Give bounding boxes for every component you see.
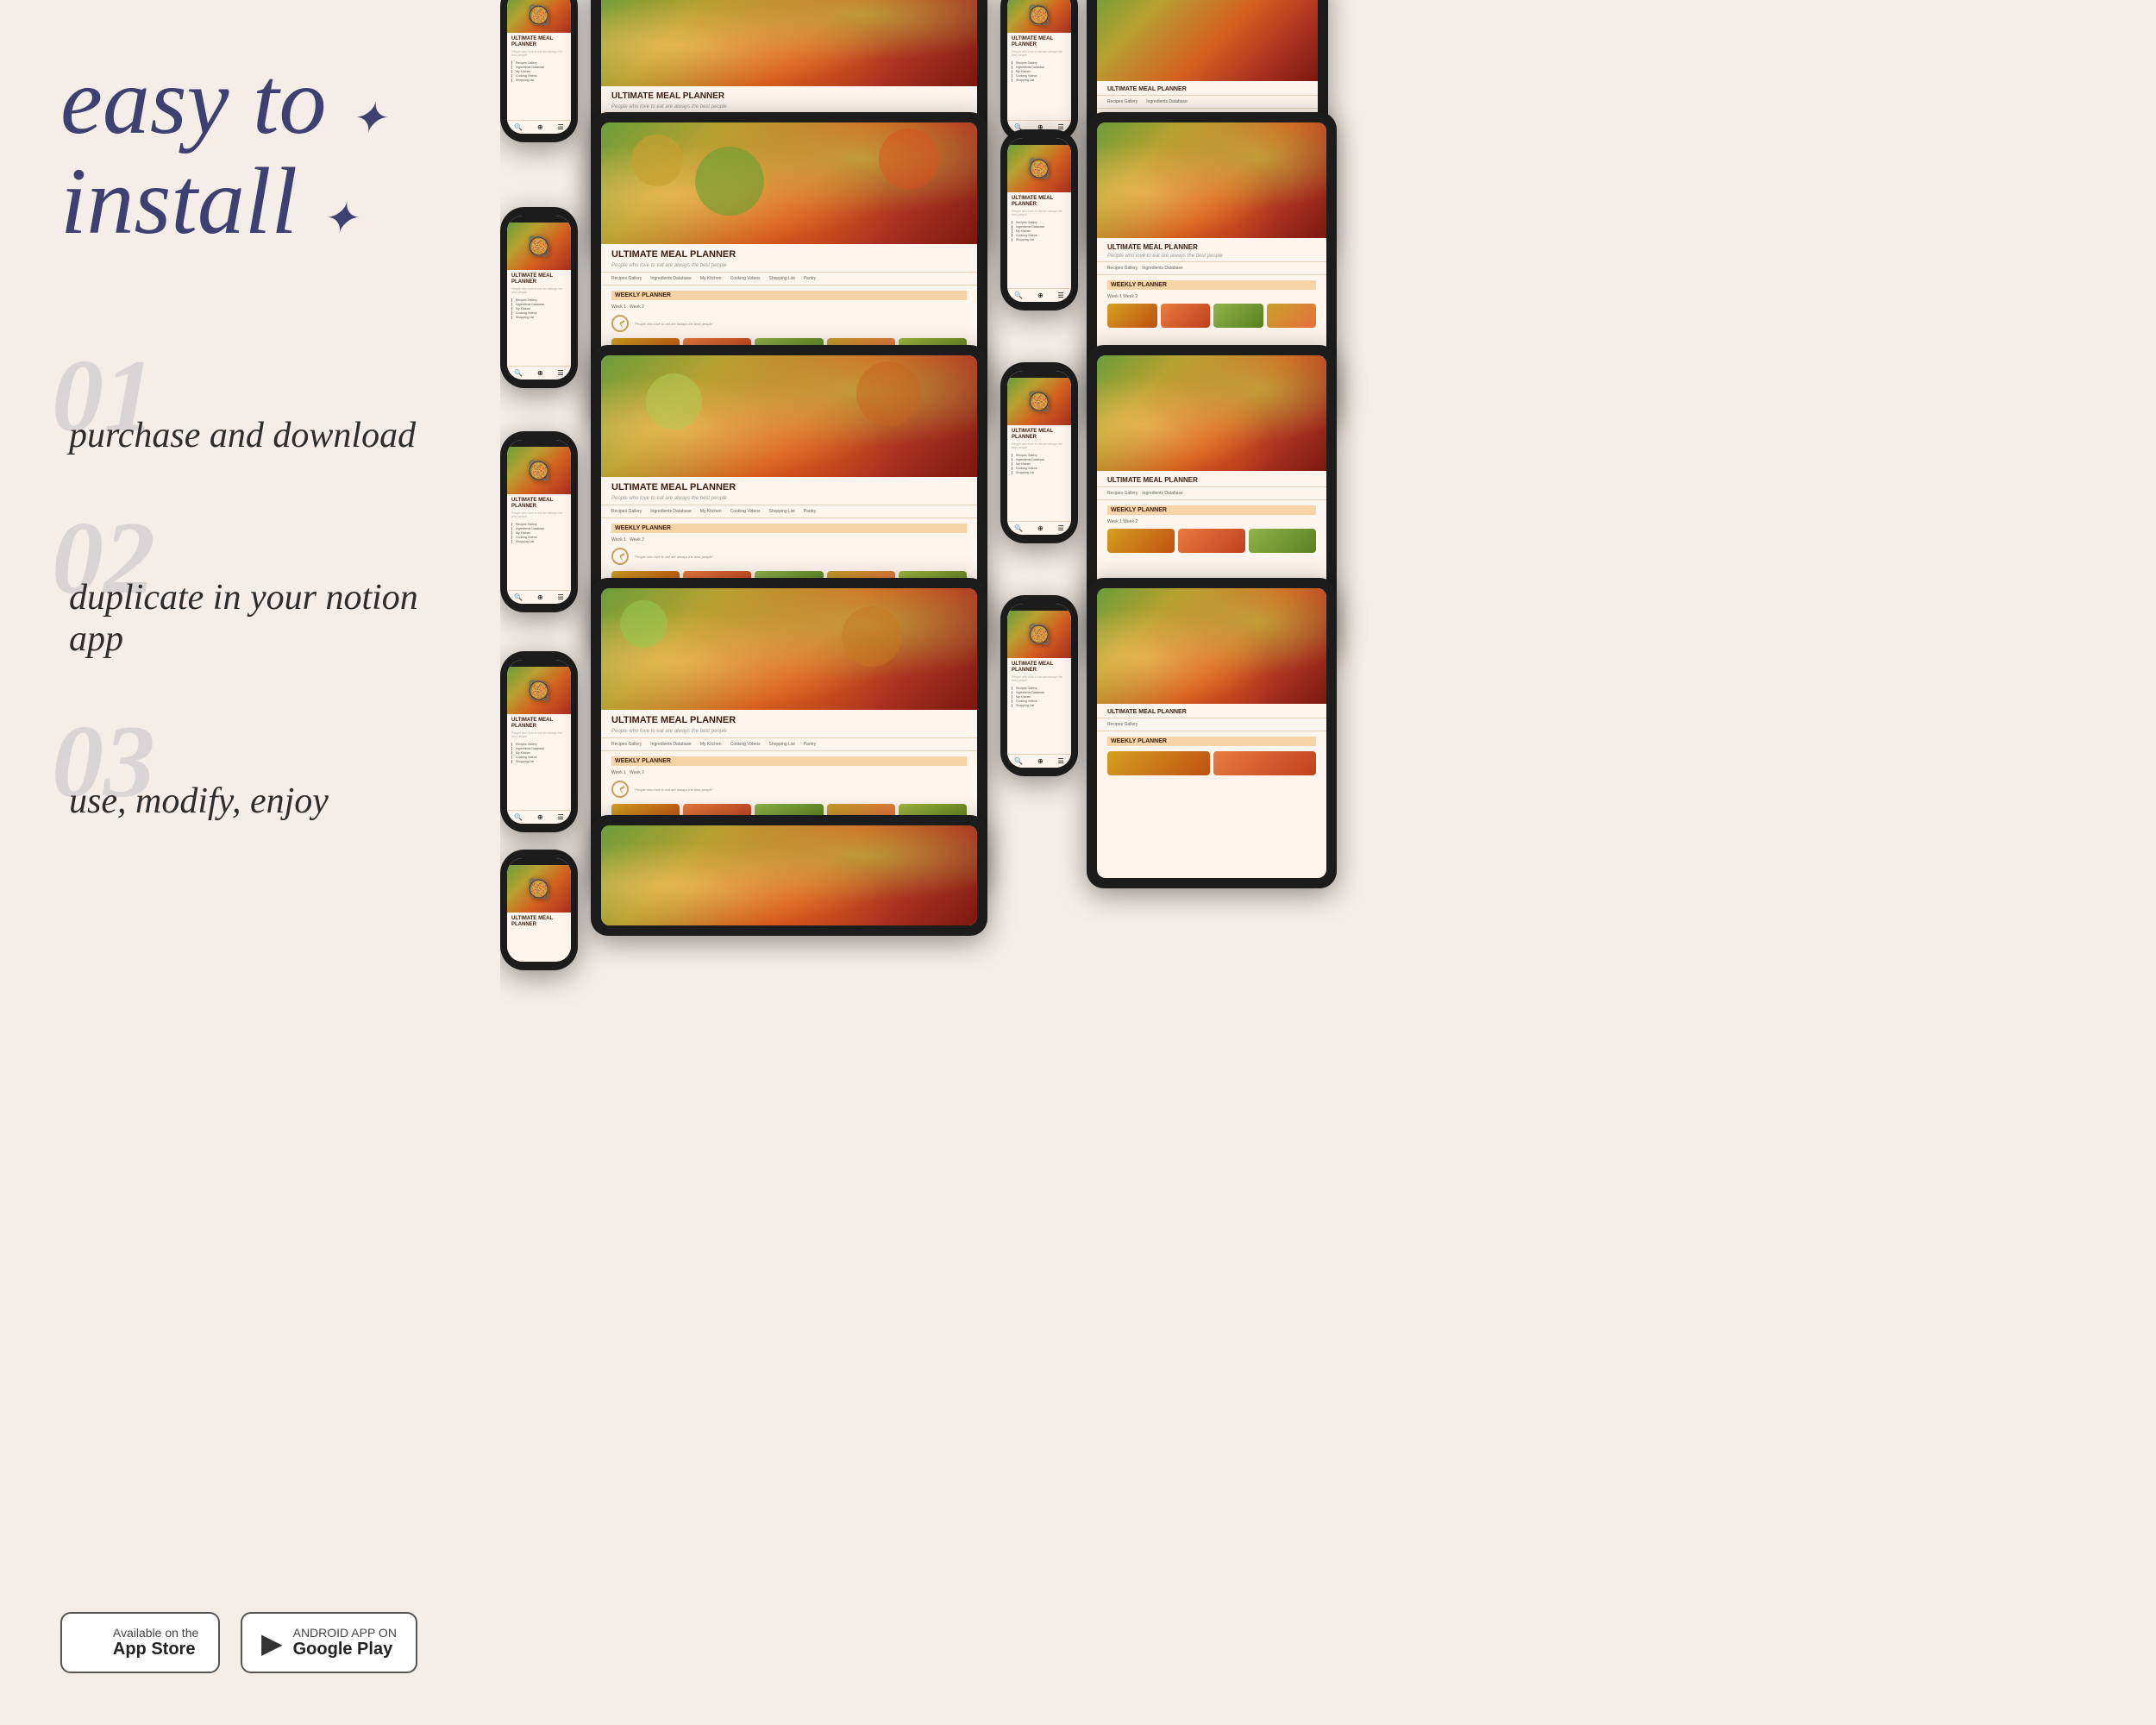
phone-row4-left: ULTIMATE MEAL PLANNER People who love to… [500,651,578,832]
main-heading: easy to ✦ install ✦ [60,52,448,268]
left-panel: easy to ✦ install ✦ 01 purchase and down… [0,0,500,1725]
badges-row:  Available on the App Store ▶ ANDROID A… [60,1560,448,1673]
app-store-text: Available on the App Store [113,1626,198,1659]
play-icon: ▶ [261,1627,283,1659]
step-2-text: duplicate in your notion app [69,577,448,660]
screen-clock-r4 [611,781,629,798]
screens-container: ULTIMATE MEAL PLANNER People who love to… [500,0,2156,1725]
phone-menu-1: Recipes Gallery [511,61,567,65]
phone-quote-t1: People who love to eat are always the be… [511,50,567,57]
main-title: easy to ✦ install ✦ [60,52,448,251]
phone-menu-3: My Kitchen [511,70,567,73]
phone-row4-right: ULTIMATE MEAL PLANNER People who love to… [1000,595,1078,776]
step-3-text: use, modify, enjoy [69,781,448,822]
step-1-text: purchase and download [69,415,448,456]
tablet-title-t1: ULTIMATE MEAL PLANNER People who love to… [601,86,977,114]
screen-clock-r3 [611,548,629,565]
phone-top-right: ULTIMATE MEAL PLANNER People who love to… [1000,0,1078,142]
bottom-icon-2: ⊕ [537,123,543,131]
tablet-row4-far-right: ULTIMATE MEAL PLANNER Recipes Gallery WE… [1087,578,1337,888]
phone-menu-4: Cooking Videos [511,74,567,78]
phone-row3-right: ULTIMATE MEAL PLANNER People who love to… [1000,362,1078,543]
screen-clock [611,315,629,332]
step-1: 01 purchase and download [60,372,448,456]
step-3: 03 use, modify, enjoy [60,737,448,822]
app-store-badge[interactable]:  Available on the App Store [60,1612,220,1673]
app-store-line2: App Store [113,1640,198,1659]
screens-area: ULTIMATE MEAL PLANNER People who love to… [500,0,2156,1725]
app-store-line1: Available on the [113,1626,198,1640]
star-deco-1: ✦ [350,94,386,142]
phone-row2-left: ULTIMATE MEAL PLANNER People who love to… [500,207,578,388]
google-play-line1: ANDROID APP ON [293,1626,397,1640]
phone-row3-left: ULTIMATE MEAL PLANNER People who love to… [500,431,578,612]
phone-top-left: ULTIMATE MEAL PLANNER People who love to… [500,0,578,142]
apple-icon:  [81,1627,103,1659]
google-play-text: ANDROID APP ON Google Play [293,1626,397,1659]
bottom-icon-1: 🔍 [514,123,523,131]
bottom-icon-3: ☰ [557,123,563,131]
star-deco-2: ✦ [322,194,358,242]
phone-row5-left: ULTIMATE MEAL PLANNER [500,850,578,970]
google-play-line2: Google Play [293,1640,397,1659]
google-play-badge[interactable]: ▶ ANDROID APP ON Google Play [241,1612,417,1673]
phone-menu-2: Ingredients Database [511,66,567,69]
phone-app-title-t1: ULTIMATE MEAL PLANNER [511,36,567,48]
step-2: 02 duplicate in your notion app [60,534,448,660]
tablet-row5-center [591,815,987,936]
phone-row2-right: ULTIMATE MEAL PLANNER People who love to… [1000,129,1078,310]
phone-menu-5: Shopping List [511,78,567,82]
main-layout: easy to ✦ install ✦ 01 purchase and down… [0,0,2156,1725]
steps-container: 01 purchase and download 02 duplicate in… [60,372,448,822]
